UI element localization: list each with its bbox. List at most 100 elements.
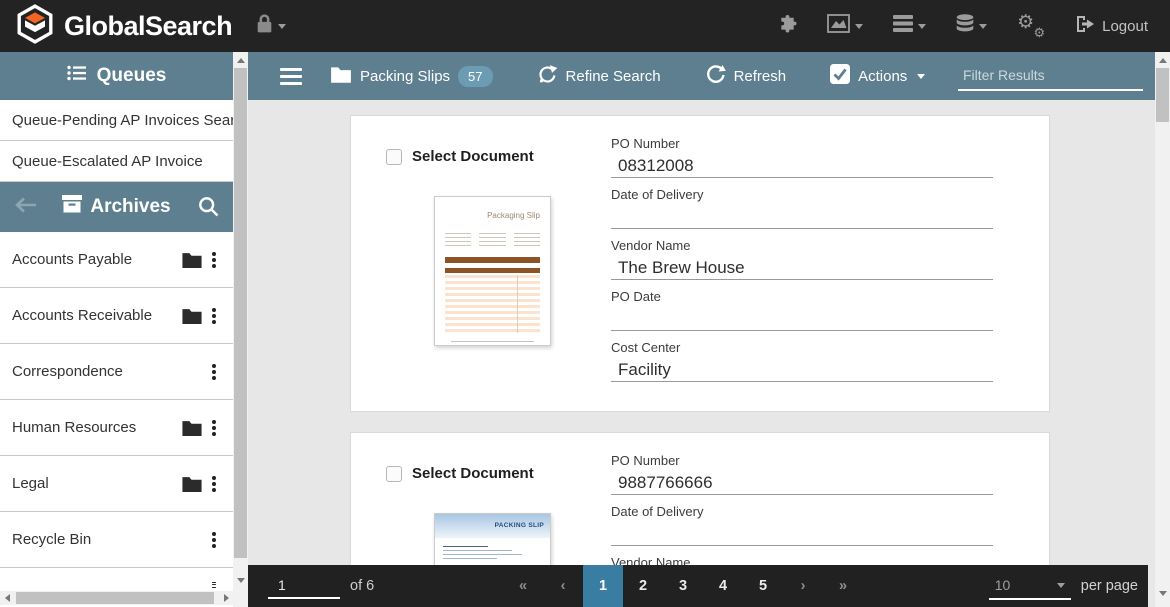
- back-arrow-icon[interactable]: [14, 196, 38, 220]
- sidebar-horizontal-scrollbar[interactable]: [0, 591, 233, 605]
- kebab-menu-icon[interactable]: [207, 578, 221, 591]
- kebab-menu-icon[interactable]: [207, 360, 221, 384]
- field-label: PO Date: [611, 289, 993, 304]
- archive-list-item[interactable]: Recycle Bin: [0, 512, 233, 568]
- queue-list-item[interactable]: Queue-Pending AP Invoices Search: [0, 100, 233, 141]
- folder-icon[interactable]: [177, 475, 207, 492]
- document-thumbnail[interactable]: Packaging Slip: [434, 196, 551, 346]
- queues-header-label: Queues: [97, 65, 167, 87]
- scroll-down-button[interactable]: [233, 572, 248, 588]
- thumbnail-text-lines: [435, 538, 550, 559]
- page-button[interactable]: 2: [623, 565, 663, 607]
- scroll-up-button[interactable]: [233, 52, 248, 68]
- thumbnail-table-rows: [445, 275, 540, 333]
- kebab-menu-icon[interactable]: [207, 416, 221, 440]
- archive-list-item[interactable]: Human Resources: [0, 400, 233, 456]
- archive-box-icon: [62, 195, 82, 219]
- filter-results-input[interactable]: [958, 61, 1143, 91]
- scroll-left-button[interactable]: [0, 591, 14, 605]
- field: PO Number 9887766666: [611, 453, 993, 495]
- field-label: Date of Delivery: [611, 504, 993, 519]
- per-page-select[interactable]: 10: [989, 573, 1071, 600]
- folder-icon[interactable]: [177, 251, 207, 268]
- lock-menu[interactable]: [256, 13, 286, 39]
- refresh-button[interactable]: Refresh: [705, 64, 787, 89]
- page-button[interactable]: 3: [663, 565, 703, 607]
- page-button[interactable]: 1: [583, 565, 623, 607]
- select-document-label: Select Document: [412, 148, 534, 165]
- next-page-button[interactable]: ›: [783, 565, 823, 607]
- archive-list-item[interactable]: Accounts Receivable: [0, 288, 233, 344]
- field-value-input[interactable]: Facility: [611, 358, 993, 382]
- field: PO Number 08312008: [611, 136, 993, 178]
- field-value-input[interactable]: 9887766666: [611, 471, 993, 495]
- app-title: GlobalSearch: [64, 11, 232, 42]
- list-ul-icon: [67, 65, 87, 87]
- field-value-input[interactable]: [611, 307, 993, 331]
- kebab-menu-icon[interactable]: [207, 304, 221, 328]
- page-total-label: of 6: [350, 578, 374, 594]
- kebab-menu-icon[interactable]: [207, 528, 221, 552]
- field-label: PO Number: [611, 136, 993, 151]
- scroll-right-button[interactable]: [219, 591, 233, 605]
- scrollbar-thumb[interactable]: [1156, 68, 1169, 122]
- workflow-puzzle-button[interactable]: [778, 14, 797, 38]
- page-button[interactable]: 5: [743, 565, 783, 607]
- first-page-button[interactable]: «: [503, 565, 543, 607]
- refine-search-button[interactable]: Refine Search: [537, 64, 661, 89]
- chevron-down-icon: [917, 74, 925, 79]
- results-title-label: Packing Slips: [360, 68, 450, 85]
- thumbnail-title: PACKING SLIP: [435, 514, 550, 538]
- puzzle-icon: [778, 14, 797, 38]
- app-logo[interactable]: GlobalSearch: [16, 4, 232, 49]
- field-value-input[interactable]: 08312008: [611, 154, 993, 178]
- field-value-input[interactable]: [611, 205, 993, 229]
- scroll-down-button[interactable]: [1155, 585, 1170, 601]
- page-number-input[interactable]: [268, 573, 340, 599]
- folder-icon[interactable]: [177, 307, 207, 324]
- page-button[interactable]: 4: [703, 565, 743, 607]
- archive-list-item[interactable]: Correspondence: [0, 344, 233, 400]
- main-area: Packing Slips 57 Refine Search Refresh: [248, 52, 1155, 607]
- scrollbar-thumb[interactable]: [16, 592, 214, 604]
- select-document-checkbox[interactable]: [386, 149, 402, 165]
- reports-chart-menu[interactable]: [827, 14, 863, 38]
- field-value-input[interactable]: The Brew House: [611, 256, 993, 280]
- select-document-checkbox[interactable]: [386, 466, 402, 482]
- results-count-badge: 57: [458, 66, 492, 87]
- kebab-menu-icon[interactable]: [207, 472, 221, 496]
- field: PO Date: [611, 289, 993, 331]
- scrollbar-thumb[interactable]: [234, 68, 247, 558]
- folder-icon[interactable]: [177, 419, 207, 436]
- hamburger-menu-icon[interactable]: [280, 68, 302, 85]
- globalsearch-logo-icon: [16, 4, 54, 49]
- chevron-down-icon: [918, 24, 926, 29]
- redo-arrow-icon: [537, 64, 558, 89]
- logout-button[interactable]: Logout: [1075, 15, 1148, 37]
- field-value-input[interactable]: [611, 522, 993, 546]
- archive-title[interactable]: Packing Slips 57: [330, 65, 493, 87]
- search-icon[interactable]: [198, 196, 219, 223]
- sidebar-vertical-scrollbar[interactable]: [233, 52, 248, 607]
- archive-label: Human Resources: [12, 419, 177, 436]
- list-view-menu[interactable]: [893, 15, 926, 37]
- actions-dropdown-button[interactable]: Actions: [830, 64, 925, 88]
- document-card: Select Document Packaging Slip: [350, 115, 1050, 412]
- archive-list-item[interactable]: Accounts Payable: [0, 232, 233, 288]
- scroll-up-button[interactable]: [1155, 52, 1170, 68]
- archive-list-item-partial[interactable]: [0, 568, 233, 591]
- results-toolbar: Packing Slips 57 Refine Search Refresh: [248, 52, 1155, 100]
- chevron-down-icon: [1057, 583, 1065, 588]
- queue-list-item[interactable]: Queue-Escalated AP Invoice: [0, 141, 233, 182]
- kebab-menu-icon[interactable]: [207, 248, 221, 272]
- prev-page-button[interactable]: ‹: [543, 565, 583, 607]
- queues-header[interactable]: Queues: [0, 52, 233, 100]
- lock-icon: [256, 13, 273, 39]
- main-vertical-scrollbar[interactable]: [1155, 52, 1170, 607]
- database-menu[interactable]: [956, 14, 987, 39]
- archive-label: Recycle Bin: [12, 531, 177, 548]
- last-page-button[interactable]: »: [823, 565, 863, 607]
- archive-list-item[interactable]: Legal: [0, 456, 233, 512]
- settings-button[interactable]: ⚙ ⚙: [1017, 13, 1045, 39]
- check-square-icon: [830, 64, 850, 88]
